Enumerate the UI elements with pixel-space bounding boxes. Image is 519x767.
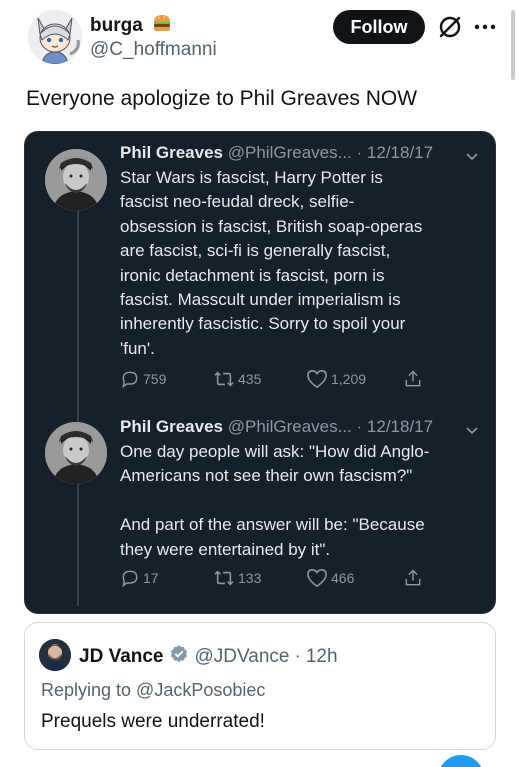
retweet-count: 435 bbox=[238, 371, 262, 387]
post-actions: 17 133 466 bbox=[120, 568, 450, 590]
reply-action[interactable]: 17 bbox=[120, 568, 159, 588]
reply-icon bbox=[122, 570, 138, 588]
retweet-icon bbox=[214, 570, 234, 586]
reply-count: 759 bbox=[143, 371, 167, 387]
thread-connector-line bbox=[77, 208, 79, 606]
display-name-text: burga bbox=[90, 15, 143, 36]
jd-vance-avatar[interactable] bbox=[39, 639, 71, 671]
phil-greaves-avatar[interactable] bbox=[45, 422, 107, 484]
retweet-count: 133 bbox=[238, 570, 262, 586]
post-author-name[interactable]: Phil Greaves bbox=[120, 417, 223, 436]
share-action[interactable] bbox=[403, 568, 426, 588]
tweet-header: burga @C_hoffmanni Follow bbox=[0, 0, 519, 80]
more-options-icon[interactable] bbox=[470, 14, 500, 40]
quoted-reply-text: Prequels were underrated! bbox=[41, 711, 265, 732]
share-action[interactable] bbox=[403, 369, 426, 389]
post-author-handle[interactable]: @PhilGreaves... bbox=[228, 143, 352, 162]
follow-button[interactable]: Follow bbox=[333, 10, 425, 44]
post-date[interactable]: 12/18/17 bbox=[367, 417, 433, 436]
compose-button[interactable] bbox=[438, 755, 484, 767]
replying-to-text[interactable]: Replying to @JackPosobiec bbox=[41, 680, 265, 701]
post-author-handle[interactable]: @PhilGreaves... bbox=[228, 417, 352, 436]
quoted-author-handle[interactable]: @JDVance bbox=[195, 646, 290, 668]
embedded-thread-screenshot[interactable]: Phil Greaves @PhilGreaves... · 12/18/17 … bbox=[24, 131, 496, 614]
post-separator: · bbox=[356, 417, 363, 436]
post-body: Star Wars is fascist, Harry Potter is fa… bbox=[120, 168, 423, 358]
retweet-icon bbox=[214, 371, 234, 387]
share-icon bbox=[405, 569, 421, 586]
like-count: 466 bbox=[331, 570, 355, 586]
hamburger-icon bbox=[152, 13, 172, 39]
reply-icon bbox=[122, 371, 138, 389]
share-icon bbox=[405, 370, 421, 387]
like-action[interactable]: 466 bbox=[306, 568, 354, 588]
post-actions: 759 435 1,209 bbox=[120, 369, 450, 391]
post-separator: · bbox=[356, 143, 363, 162]
verified-badge-icon bbox=[169, 644, 189, 670]
post-author-name[interactable]: Phil Greaves bbox=[120, 143, 223, 162]
heart-icon bbox=[307, 370, 327, 389]
chevron-down-icon[interactable] bbox=[465, 149, 479, 161]
reply-action[interactable]: 759 bbox=[120, 369, 166, 389]
tweet-text: Everyone apologize to Phil Greaves NOW bbox=[26, 87, 418, 110]
phil-greaves-avatar[interactable] bbox=[45, 149, 107, 211]
post-date[interactable]: 12/18/17 bbox=[367, 143, 433, 162]
quoted-author-name[interactable]: JD Vance bbox=[79, 646, 164, 668]
chevron-down-icon[interactable] bbox=[465, 423, 479, 435]
post-header: Phil Greaves @PhilGreaves... · 12/18/17 bbox=[120, 417, 433, 437]
reply-count: 17 bbox=[143, 570, 159, 586]
post-header: Phil Greaves @PhilGreaves... · 12/18/17 bbox=[120, 143, 433, 163]
like-action[interactable]: 1,209 bbox=[306, 369, 366, 389]
like-count: 1,209 bbox=[331, 371, 367, 387]
quoted-separator: · bbox=[294, 646, 301, 667]
quoted-time[interactable]: 12h bbox=[306, 646, 338, 668]
user-avatar[interactable] bbox=[28, 10, 82, 64]
user-display-name[interactable]: burga bbox=[90, 13, 172, 39]
grok-icon[interactable] bbox=[437, 14, 463, 40]
quoted-reply-header: JD Vance @JDVance · 12h bbox=[79, 644, 338, 670]
post-body: One day people will ask: "How did Anglo-… bbox=[120, 442, 430, 559]
heart-icon bbox=[307, 569, 327, 588]
retweet-action[interactable]: 133 bbox=[213, 568, 261, 588]
user-handle[interactable]: @C_hoffmanni bbox=[90, 39, 217, 61]
scrollbar[interactable] bbox=[511, 10, 515, 80]
retweet-action[interactable]: 435 bbox=[213, 369, 261, 389]
quoted-reply-card[interactable]: JD Vance @JDVance · 12h Replying to @Jac… bbox=[24, 622, 496, 750]
